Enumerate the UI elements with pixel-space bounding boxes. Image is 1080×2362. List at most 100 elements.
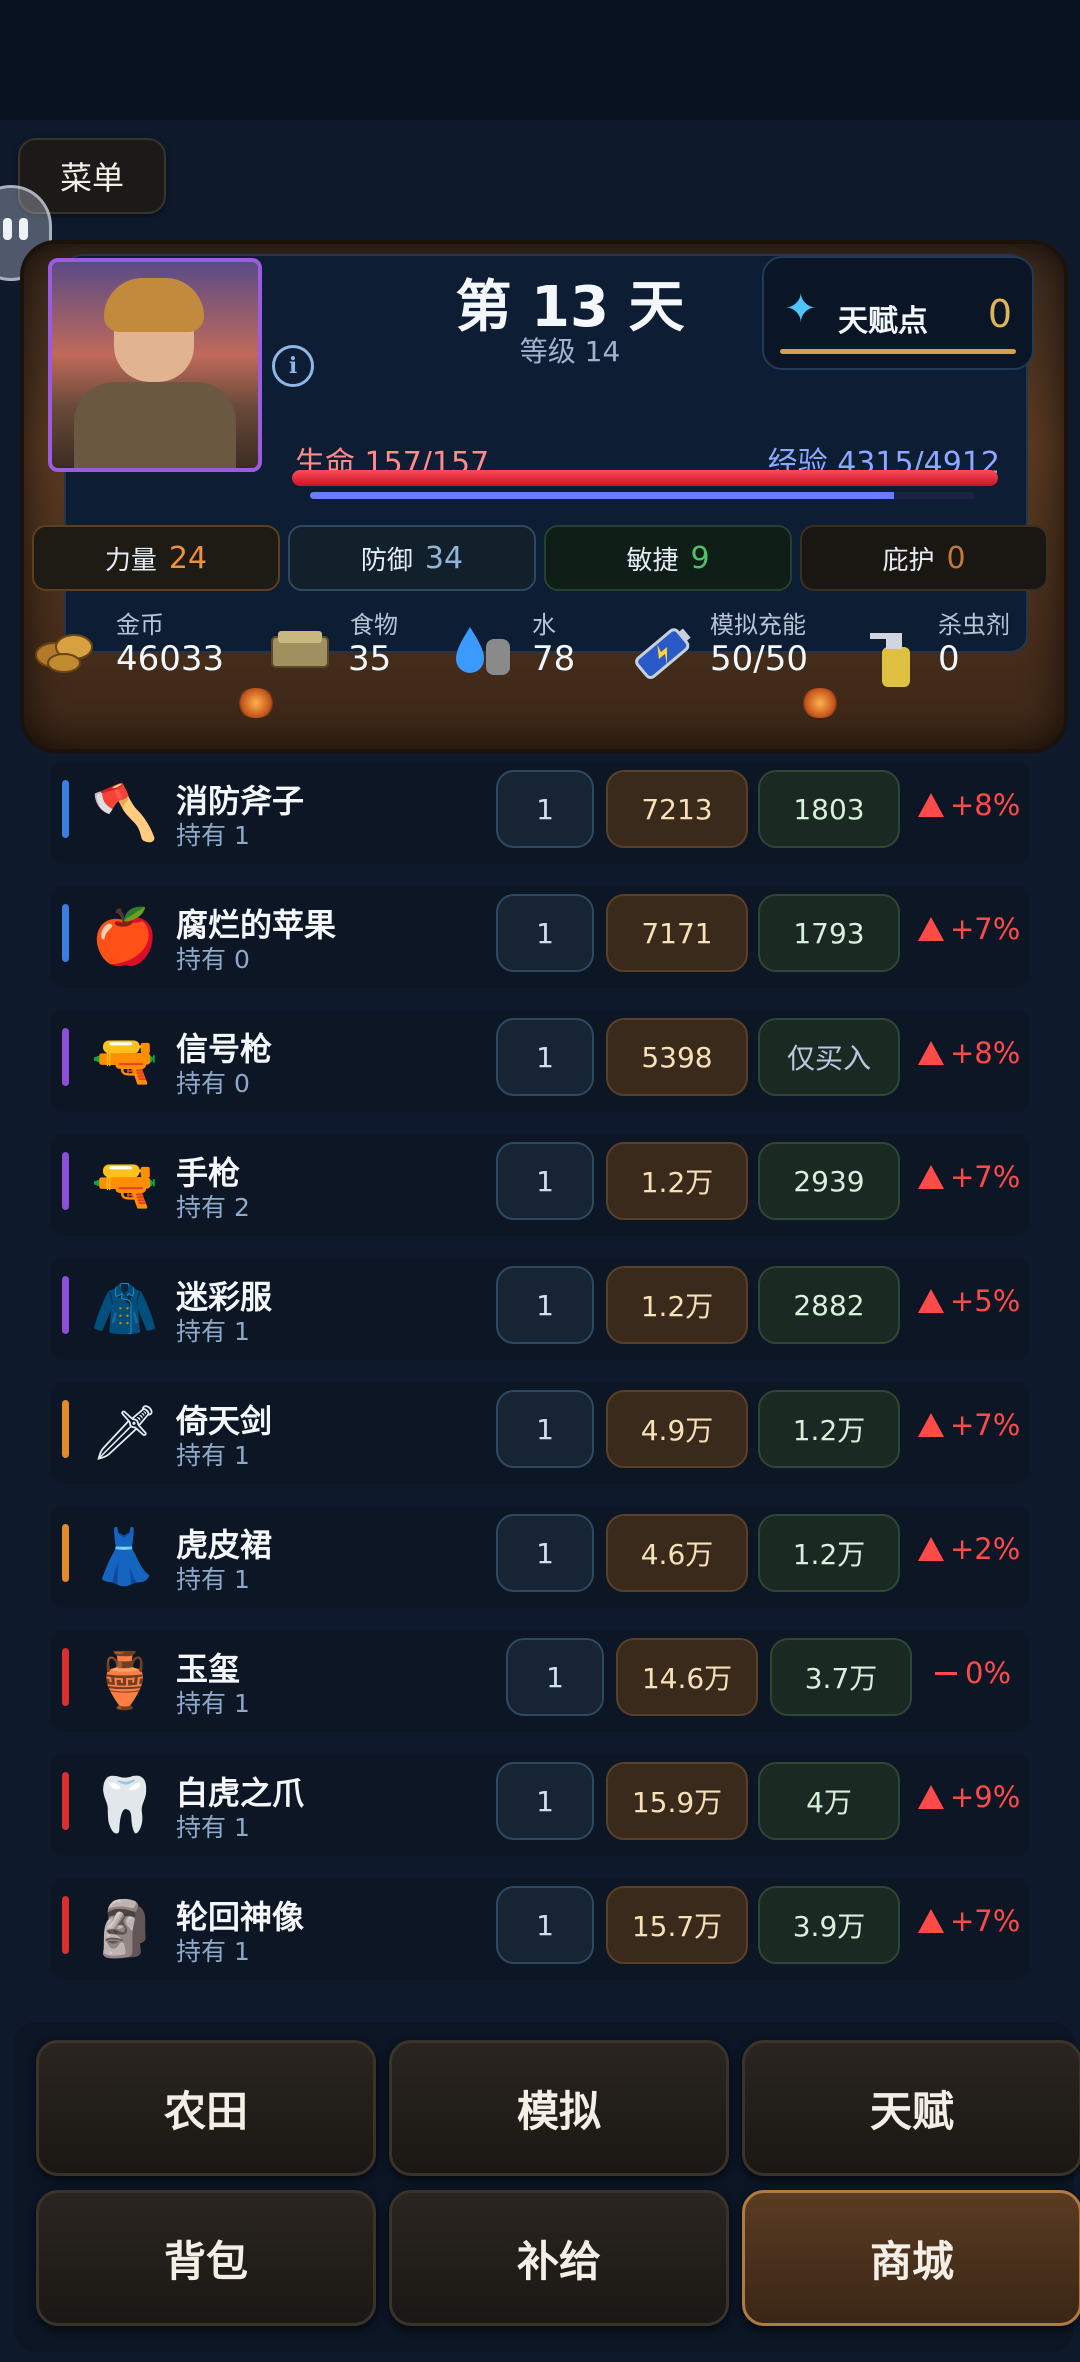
exp-bar-fill xyxy=(310,492,894,499)
sell-price-button[interactable]: 1793 xyxy=(758,894,900,972)
info-icon[interactable]: i xyxy=(272,345,314,387)
quantity-button[interactable]: 1 xyxy=(496,1266,594,1344)
spray-icon xyxy=(868,623,928,687)
talent-points-box[interactable]: ✦ 天赋点 0 xyxy=(762,256,1034,370)
resource-food: 食物 35 xyxy=(268,605,398,685)
price-trend: +7% xyxy=(918,912,1020,946)
buy-price-button[interactable]: 15.7万 xyxy=(606,1886,748,1964)
rarity-bar xyxy=(62,1152,69,1210)
sell-price-button[interactable]: 仅买入 xyxy=(758,1018,900,1096)
price-trend: +8% xyxy=(918,1036,1020,1070)
rarity-bar xyxy=(62,1648,69,1706)
price-trend: +8% xyxy=(918,788,1020,822)
item-icon: 🦷 xyxy=(91,1773,159,1836)
status-bar-area xyxy=(0,0,1080,120)
nav-supply-button[interactable]: 补给 xyxy=(389,2190,729,2326)
quantity-button[interactable]: 1 xyxy=(496,1762,594,1840)
trend-flat-icon xyxy=(935,1672,957,1675)
rarity-bar xyxy=(62,1400,69,1458)
item-icon: 🔫 xyxy=(91,1153,159,1216)
shop-item-row[interactable]: 🦷 白虎之爪 持有 1 1 15.9万 4万 +9% xyxy=(50,1754,1030,1856)
item-icon: 🍎 xyxy=(91,905,159,968)
panel-lamp-left xyxy=(236,688,276,718)
sell-price-button[interactable]: 1.2万 xyxy=(758,1390,900,1468)
resource-gold: 金币 46033 xyxy=(34,605,234,685)
nav-simulate-button[interactable]: 模拟 xyxy=(389,2040,729,2176)
item-icon: 🧥 xyxy=(91,1277,159,1340)
item-owned: 持有 1 xyxy=(176,1813,250,1842)
rarity-bar xyxy=(62,1028,69,1086)
buy-price-button[interactable]: 1.2万 xyxy=(606,1266,748,1344)
talent-underline xyxy=(780,349,1016,354)
stat-agility: 敏捷 9 xyxy=(544,525,792,591)
item-icon: 🗡 xyxy=(90,1401,160,1464)
shop-item-row[interactable]: 🏺 玉玺 持有 1 1 14.6万 3.7万 0% xyxy=(50,1630,1030,1732)
rarity-bar xyxy=(62,1276,69,1334)
rarity-bar xyxy=(62,1524,69,1582)
buy-price-button[interactable]: 7171 xyxy=(606,894,748,972)
item-owned: 持有 0 xyxy=(176,945,250,974)
price-trend: +7% xyxy=(918,1160,1020,1194)
shop-item-row[interactable]: 🗡 倚天剑 持有 1 1 4.9万 1.2万 +7% xyxy=(50,1382,1030,1484)
quantity-button[interactable]: 1 xyxy=(496,1142,594,1220)
nav-backpack-button[interactable]: 背包 xyxy=(36,2190,376,2326)
trend-up-icon xyxy=(918,1413,944,1437)
shop-item-row[interactable]: 🔫 信号枪 持有 0 1 5398 仅买入 +8% xyxy=(50,1010,1030,1112)
shop-item-row[interactable]: 🔫 手枪 持有 2 1 1.2万 2939 +7% xyxy=(50,1134,1030,1236)
resource-water: 水 78 xyxy=(452,605,582,685)
stat-strength: 力量 24 xyxy=(32,525,280,591)
nav-talent-button[interactable]: 天赋 xyxy=(742,2040,1080,2176)
resource-pesticide: 杀虫剂 0 xyxy=(868,605,1018,687)
exp-bar xyxy=(310,492,975,499)
item-owned: 持有 1 xyxy=(176,1565,250,1594)
trend-up-icon xyxy=(918,917,944,941)
quantity-button[interactable]: 1 xyxy=(496,894,594,972)
talent-points-label: 天赋点 xyxy=(838,304,928,339)
price-trend: +7% xyxy=(918,1904,1020,1938)
trend-up-icon xyxy=(918,1785,944,1809)
buy-price-button[interactable]: 14.6万 xyxy=(616,1638,758,1716)
sell-price-button[interactable]: 2939 xyxy=(758,1142,900,1220)
sparkle-icon: ✦ xyxy=(784,286,818,332)
item-owned: 持有 0 xyxy=(176,1069,250,1098)
item-owned: 持有 1 xyxy=(176,1689,250,1718)
quantity-button[interactable]: 1 xyxy=(496,1514,594,1592)
sell-price-button[interactable]: 3.9万 xyxy=(758,1886,900,1964)
item-owned: 持有 1 xyxy=(176,1317,250,1346)
buy-price-button[interactable]: 1.2万 xyxy=(606,1142,748,1220)
item-owned: 持有 1 xyxy=(176,1937,250,1966)
sell-price-button[interactable]: 2882 xyxy=(758,1266,900,1344)
nav-farm-button[interactable]: 农田 xyxy=(36,2040,376,2176)
shop-item-row[interactable]: 👗 虎皮裙 持有 1 1 4.6万 1.2万 +2% xyxy=(50,1506,1030,1608)
shop-item-row[interactable]: 🪓 消防斧子 持有 1 1 7213 1803 +8% xyxy=(50,762,1030,864)
shop-item-row[interactable]: 🗿 轮回神像 持有 1 1 15.7万 3.9万 +7% xyxy=(50,1878,1030,1980)
buy-price-button[interactable]: 4.6万 xyxy=(606,1514,748,1592)
shop-item-row[interactable]: 🍎 腐烂的苹果 持有 0 1 7171 1793 +7% xyxy=(50,886,1030,988)
shop-item-row[interactable]: 🧥 迷彩服 持有 1 1 1.2万 2882 +5% xyxy=(50,1258,1030,1360)
buy-price-button[interactable]: 7213 xyxy=(606,770,748,848)
sell-price-button[interactable]: 1803 xyxy=(758,770,900,848)
nav-shop-button[interactable]: 商城 xyxy=(742,2190,1080,2326)
trend-up-icon xyxy=(918,1289,944,1313)
quantity-button[interactable]: 1 xyxy=(506,1638,604,1716)
quantity-button[interactable]: 1 xyxy=(496,1886,594,1964)
quantity-button[interactable]: 1 xyxy=(496,1390,594,1468)
trend-up-icon xyxy=(918,1041,944,1065)
price-trend: +5% xyxy=(918,1284,1020,1318)
quantity-button[interactable]: 1 xyxy=(496,770,594,848)
item-owned: 持有 1 xyxy=(176,1441,250,1470)
price-trend: +7% xyxy=(918,1408,1020,1442)
battery-icon xyxy=(628,623,691,680)
sell-price-button[interactable]: 4万 xyxy=(758,1762,900,1840)
buy-price-button[interactable]: 4.9万 xyxy=(606,1390,748,1468)
buy-price-button[interactable]: 15.9万 xyxy=(606,1762,748,1840)
price-trend: +2% xyxy=(918,1532,1020,1566)
buy-price-button[interactable]: 5398 xyxy=(606,1018,748,1096)
player-avatar[interactable] xyxy=(48,258,262,472)
quantity-button[interactable]: 1 xyxy=(496,1018,594,1096)
sell-price-button[interactable]: 1.2万 xyxy=(758,1514,900,1592)
hp-bar-fill xyxy=(292,470,998,486)
rarity-bar xyxy=(62,780,69,838)
sell-price-button[interactable]: 3.7万 xyxy=(770,1638,912,1716)
food-icon xyxy=(268,623,329,673)
